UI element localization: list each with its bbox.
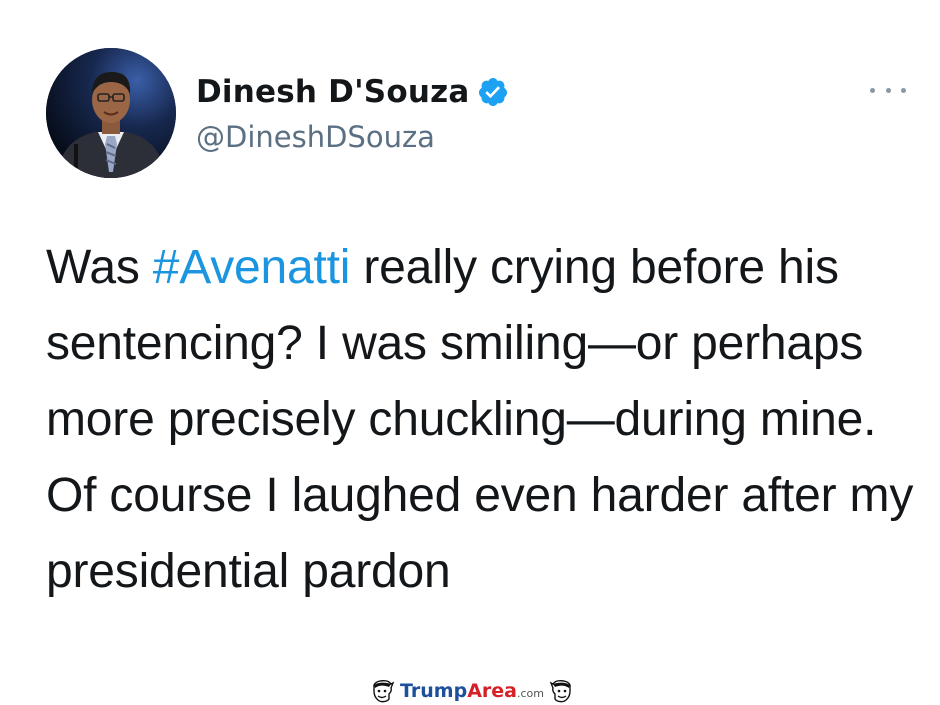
watermark-brand-area: Area [467, 680, 517, 702]
avatar[interactable] [46, 48, 176, 178]
tweet-card: Dinesh D'Souza @DineshDSouza Was #Avenat… [0, 0, 940, 705]
tweet-header: Dinesh D'Souza @DineshDSouza [46, 48, 906, 180]
watermark-tld: .com [516, 687, 544, 700]
tweet-text-body: really crying before his sentencing? I w… [46, 241, 914, 598]
tweet-text: Was #Avenatti really crying before his s… [46, 230, 916, 610]
caricature-face-icon [549, 680, 571, 703]
more-dots-icon [901, 87, 906, 93]
watermark: TrumpArea.com [360, 676, 584, 705]
watermark-text: TrumpArea.com [400, 680, 544, 702]
caricature-face-icon [373, 680, 395, 703]
tweet-text-prefix: Was [46, 241, 153, 294]
verified-badge-icon [477, 76, 509, 108]
more-options-button[interactable] [870, 80, 906, 100]
display-name-row: Dinesh D'Souza [196, 70, 509, 114]
author-display-name[interactable]: Dinesh D'Souza [196, 74, 469, 110]
author-handle[interactable]: @DineshDSouza [196, 120, 509, 154]
watermark-brand-trump: Trump [400, 680, 468, 702]
author-block: Dinesh D'Souza @DineshDSouza [196, 70, 509, 154]
more-dots-icon [885, 87, 891, 93]
hashtag-link[interactable]: #Avenatti [153, 241, 351, 294]
more-dots-icon [870, 87, 875, 93]
avatar-portrait-image [46, 48, 176, 178]
